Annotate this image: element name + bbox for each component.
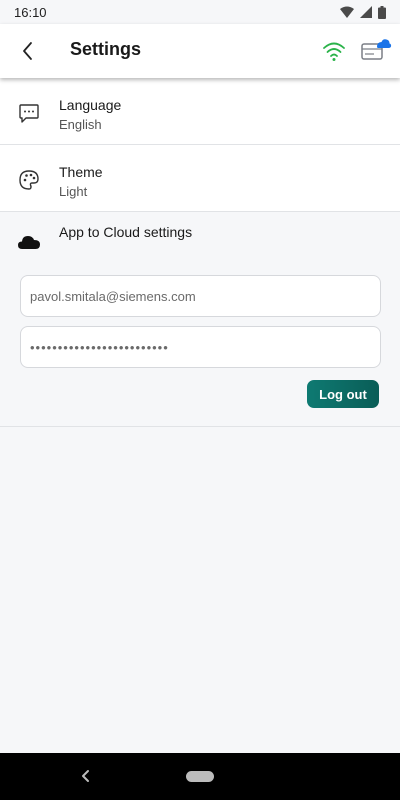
theme-value: Light xyxy=(59,184,88,199)
wifi-status-button[interactable] xyxy=(320,37,348,65)
cloud-card-icon xyxy=(361,39,392,60)
language-setting[interactable]: Language English xyxy=(0,78,400,145)
language-value: English xyxy=(59,117,102,132)
cloud-icon xyxy=(18,236,40,249)
password-field[interactable] xyxy=(20,326,381,368)
status-time: 16:10 xyxy=(14,4,47,20)
nav-home-button[interactable] xyxy=(186,771,214,782)
cloud-settings-title: App to Cloud settings xyxy=(59,224,193,240)
cell-signal-icon xyxy=(360,6,372,18)
battery-icon xyxy=(378,5,386,19)
app-to-cloud-section: App to Cloud settings Log out xyxy=(0,212,400,427)
cloud-status-button[interactable] xyxy=(360,37,392,65)
settings-content: Language English Theme Light App to Clou… xyxy=(0,78,400,427)
chat-bubble-icon xyxy=(19,104,39,123)
wifi-icon xyxy=(323,42,345,61)
palette-icon xyxy=(19,170,39,190)
nav-back-icon[interactable] xyxy=(78,767,94,785)
back-button[interactable] xyxy=(12,36,42,66)
status-bar: 16:10 xyxy=(0,0,400,24)
logout-button[interactable]: Log out xyxy=(307,380,379,408)
email-field[interactable] xyxy=(20,275,381,317)
language-title: Language xyxy=(59,97,122,113)
system-nav-bar xyxy=(0,753,400,800)
wifi-signal-icon xyxy=(340,6,354,18)
status-icons xyxy=(340,5,386,19)
app-bar: Settings xyxy=(0,24,400,78)
chevron-left-icon xyxy=(23,42,32,60)
page-title: Settings xyxy=(70,39,142,59)
theme-title: Theme xyxy=(59,164,103,180)
theme-setting[interactable]: Theme Light xyxy=(0,145,400,212)
